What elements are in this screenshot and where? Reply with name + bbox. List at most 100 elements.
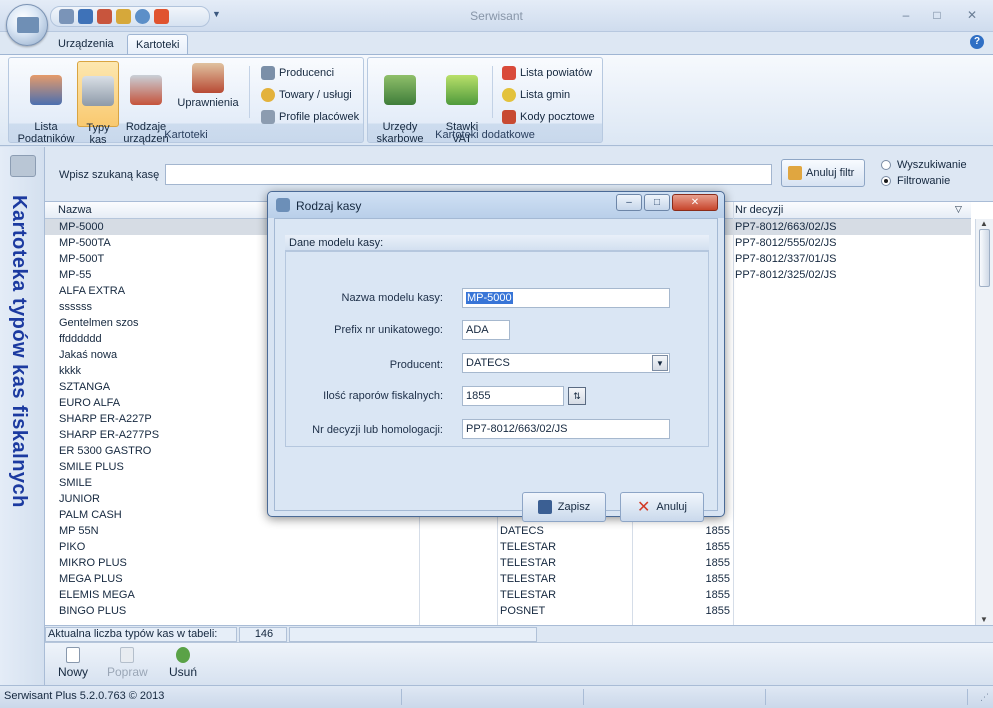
cell-producent: TELESTAR [500,589,557,601]
producent-select[interactable]: DATECS ▼ [462,353,670,373]
usun-button[interactable]: Usuń [169,647,197,679]
table-row[interactable]: BINGO PLUS POSNET 1855 [45,603,971,619]
vertical-scrollbar[interactable]: ▲ ▼ [975,219,993,626]
ilosc-raportow-input[interactable]: 1855 [462,386,564,406]
profile-label: Profile placówek [279,111,360,123]
cell-nazwa: Jakaś nowa [59,349,118,361]
ilosc-label: Ilość raporów fiskalnych: [323,390,443,402]
cell-producent: TELESTAR [500,557,557,569]
scroll-down-icon[interactable]: ▼ [980,615,988,624]
gminy-button[interactable]: Lista gmin [502,86,570,104]
minimize-button[interactable]: – [897,8,915,22]
dialog-maximize-button[interactable]: □ [644,194,670,211]
producenci-button[interactable]: Producenci [261,64,334,82]
cell-producent: POSNET [500,605,546,617]
radio-circle[interactable] [881,176,891,186]
cell-nr-decyzji: PP7-8012/555/02/JS [735,237,837,249]
resize-grip-icon[interactable]: ⋰ [980,692,989,703]
help-icon[interactable]: ? [970,35,984,49]
dialog-body: Dane modelu kasy: Nazwa modelu kasy: MP-… [274,218,718,522]
radio-circle[interactable] [881,160,891,170]
rodzaj-kasy-dialog: Rodzaj kasy – □ ✕ Dane modelu kasy: Nazw… [267,191,725,522]
cell-nazwa: PIKO [59,541,86,553]
decyzja-label: Nr decyzji lub homologacji: [312,424,443,436]
dialog-minimize-button[interactable]: – [616,194,642,211]
people-icon [30,75,62,105]
cell-nr-decyzji: PP7-8012/325/02/JS [735,269,837,281]
cell-nazwa: MIKRO PLUS [59,557,127,569]
radio-filtrowanie[interactable]: Filtrowanie [881,175,950,187]
profile-button[interactable]: Profile placówek [261,108,359,126]
dialog-close-button[interactable]: ✕ [672,194,718,211]
table-row[interactable]: MP 55N DATECS 1855 [45,523,971,539]
table-row[interactable]: MEGA PLUS TELESTAR 1855 [45,571,971,587]
cell-nazwa: MEGA PLUS [59,573,123,585]
group-label-dodatkowe: Kartoteki dodatkowe [435,129,535,141]
table-row[interactable]: PIKO TELESTAR 1855 [45,539,971,555]
status-segment [289,627,537,642]
ribbon-group-kartoteki: Lista Podatników Typy kas Rodzaje urządz… [8,57,364,146]
gminy-label: Lista gmin [520,89,571,101]
cell-nazwa: JUNIOR [59,493,100,505]
chevron-down-icon[interactable]: ▼ [652,355,668,371]
ribbon-group-dodatkowe: Urzędy skarbowe Stawki VAT Lista powiató… [367,57,603,145]
stawki-vat-button[interactable]: Stawki VAT [434,61,490,145]
rodzaje-urzadzen-button[interactable]: Rodzaje urządzeń [121,61,171,145]
side-panel-title: Kartoteka typów kas fiskalnych [8,195,30,508]
search-label: Wpisz szukaną kasę [59,169,160,181]
title-bar: ▼ Serwisant – □ ✕ [0,0,993,46]
maximize-button[interactable]: □ [928,8,946,22]
tab-kartoteki[interactable]: Kartoteki [127,34,189,55]
cell-nazwa: SHARP ER-A277PS [59,429,160,441]
cell-ilosc: 1855 [705,589,730,601]
lista-podatnikow-button[interactable]: Lista Podatników [13,61,79,145]
cell-nazwa: ffdddddd [59,333,102,345]
radio-wyszukiwanie[interactable]: Wyszukiwanie [881,159,967,171]
nr-decyzji-input[interactable]: PP7-8012/663/02/JS [462,419,670,439]
table-row[interactable]: MIKRO PLUS TELESTAR 1855 [45,555,971,571]
scroll-thumb[interactable] [979,229,990,287]
row-count-value: 146 [239,627,287,642]
app-menu-button[interactable] [6,4,48,46]
close-button[interactable]: ✕ [963,8,981,22]
kody-button[interactable]: Kody pocztowe [502,108,595,126]
filter-funnel-icon[interactable]: ▽ [955,204,962,215]
row-count-label: Aktualna liczba typów kas w tabeli: [45,627,237,642]
cancel-filter-button[interactable]: Anuluj filtr [781,159,865,187]
cell-nazwa: ER 5300 GASTRO [59,445,152,457]
cell-nazwa: MP 55N [59,525,99,537]
cell-nazwa: MP-55 [59,269,92,281]
cell-nazwa: ssssss [59,301,92,313]
cell-nazwa: SZTANGA [59,381,111,393]
powiaty-button[interactable]: Lista powiatów [502,64,592,82]
cell-nazwa: ALFA EXTRA [59,285,126,297]
nowy-label: Nowy [58,665,89,679]
section-header: Dane modelu kasy: [285,235,709,251]
towary-button[interactable]: Towary / usługi [261,86,352,104]
tab-urzadzenia[interactable]: Urządzenia [50,34,122,55]
column-header-nazwa[interactable]: Nazwa [58,204,92,216]
status-segment [404,689,584,705]
popraw-button[interactable]: Popraw [107,647,148,679]
nowy-button[interactable]: Nowy [58,647,88,679]
typy-kas-button[interactable]: Typy kas [77,61,119,146]
ribbon-separator [249,66,250,118]
scroll-up-icon[interactable]: ▲ [980,219,988,228]
money-icon [384,75,416,105]
zapisz-button[interactable]: Zapisz [522,492,606,522]
usun-label: Usuń [169,665,198,679]
spinner-icon[interactable]: ⇅ [568,387,586,405]
towary-label: Towary / usługi [279,89,352,101]
uprawnienia-label: Uprawnienia [177,97,239,109]
urzedy-button[interactable]: Urzędy skarbowe [372,61,428,145]
nazwa-modelu-input[interactable]: MP-5000 [462,288,670,308]
uprawnienia-button[interactable]: Uprawnienia [175,61,241,127]
status-segment [768,689,968,705]
prefix-input[interactable]: ADA [462,320,510,340]
anuluj-button[interactable]: ✕ Anuluj [620,492,704,522]
status-bar: Serwisant Plus 5.2.0.763 © 2013 ⋰ [0,685,993,708]
table-row[interactable]: ELEMIS MEGA TELESTAR 1855 [45,587,971,603]
search-input[interactable] [165,164,772,185]
column-header-nr-decyzji[interactable]: Nr decyzji [735,204,783,216]
producent-value: DATECS [466,357,510,369]
